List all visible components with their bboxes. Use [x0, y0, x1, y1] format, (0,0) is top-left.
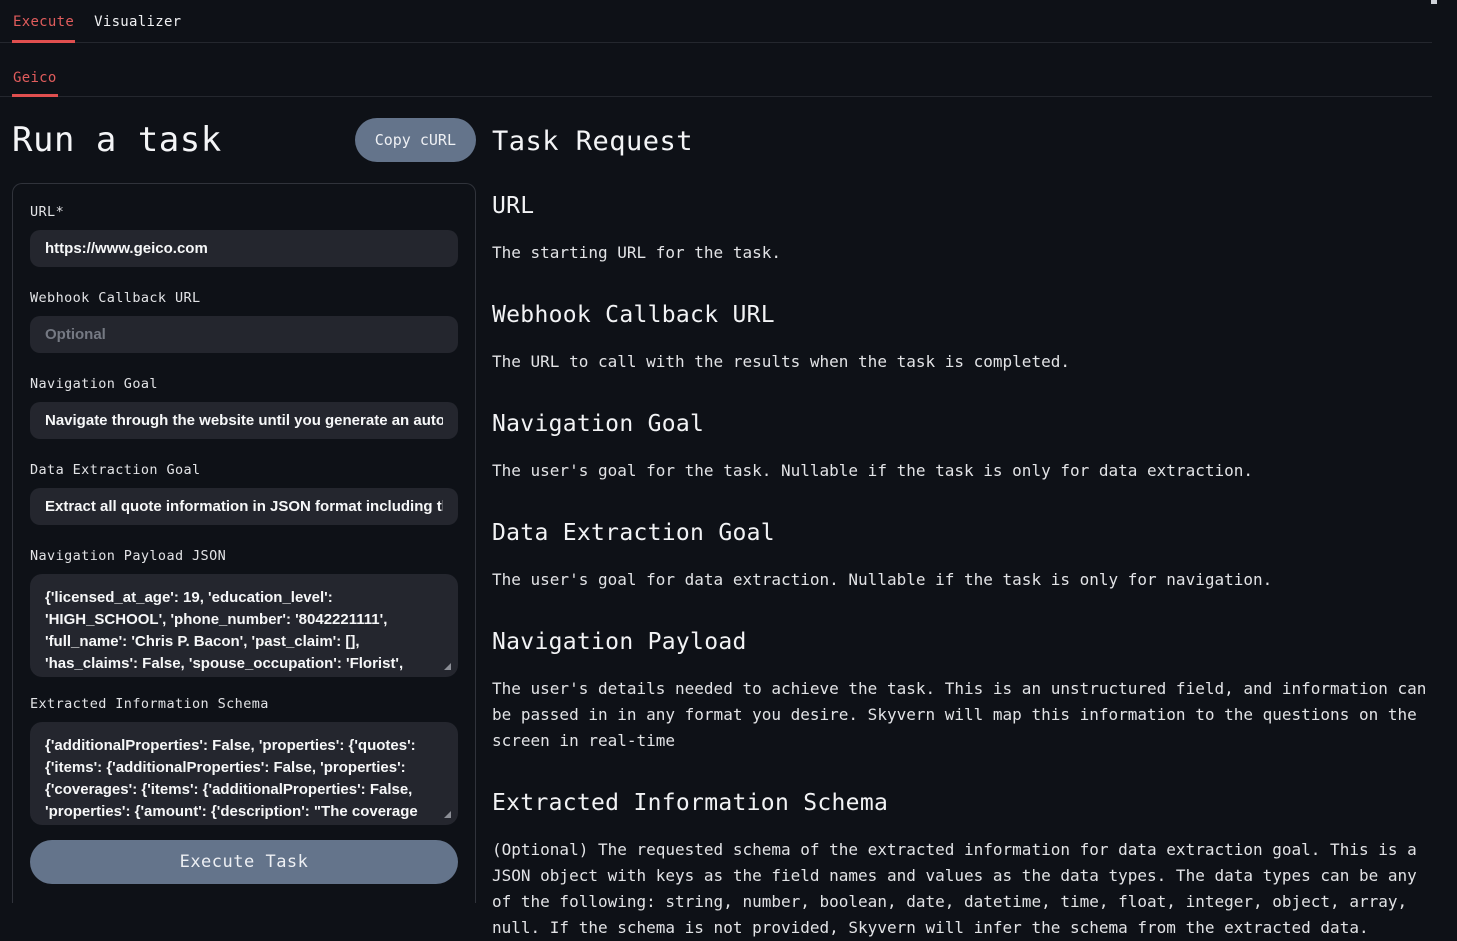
doc-body: The URL to call with the results when th…: [492, 349, 1437, 375]
tab-visualizer[interactable]: Visualizer: [93, 0, 182, 43]
doc-heading: URL: [492, 193, 1437, 219]
doc-body: The user's details needed to achieve the…: [492, 676, 1437, 754]
data-extraction-goal-input[interactable]: [30, 488, 458, 525]
schema-textarea[interactable]: {'additionalProperties': False, 'propert…: [30, 722, 458, 825]
task-form-panel: Run a task Copy cURL URL* Webhook Callba…: [12, 97, 476, 903]
schema-label: Extracted Information Schema: [30, 696, 458, 712]
tab-execute[interactable]: Execute: [12, 0, 75, 43]
doc-section-data-extraction-goal: Data Extraction Goal The user's goal for…: [492, 520, 1437, 593]
navigation-goal-input[interactable]: [30, 402, 458, 439]
doc-section-url: URL The starting URL for the task.: [492, 193, 1437, 266]
navigation-goal-field-group: Navigation Goal: [30, 376, 458, 439]
webhook-field-group: Webhook Callback URL: [30, 290, 458, 353]
webhook-input[interactable]: [30, 316, 458, 353]
secondary-tab-bar: Geico: [0, 43, 1432, 97]
navigation-payload-label: Navigation Payload JSON: [30, 548, 458, 564]
task-request-docs: Task Request URL The starting URL for th…: [492, 97, 1437, 941]
doc-body: The user's goal for the task. Nullable i…: [492, 458, 1437, 484]
resize-handle-icon[interactable]: [444, 663, 451, 670]
webhook-label: Webhook Callback URL: [30, 290, 458, 306]
doc-section-navigation-goal: Navigation Goal The user's goal for the …: [492, 411, 1437, 484]
doc-body: The starting URL for the task.: [492, 240, 1437, 266]
doc-heading: Navigation Payload: [492, 629, 1437, 655]
doc-body: (Optional) The requested schema of the e…: [492, 837, 1437, 941]
doc-heading: Webhook Callback URL: [492, 302, 1437, 328]
url-input[interactable]: [30, 230, 458, 267]
navigation-goal-label: Navigation Goal: [30, 376, 458, 392]
data-extraction-goal-field-group: Data Extraction Goal: [30, 462, 458, 525]
copy-curl-button[interactable]: Copy cURL: [355, 118, 476, 162]
doc-section-schema: Extracted Information Schema (Optional) …: [492, 790, 1437, 941]
navigation-payload-field-group: Navigation Payload JSON {'licensed_at_ag…: [30, 548, 458, 677]
data-extraction-goal-label: Data Extraction Goal: [30, 462, 458, 478]
page-title: Run a task: [12, 120, 222, 160]
schema-field-group: Extracted Information Schema {'additiona…: [30, 696, 458, 825]
doc-heading: Data Extraction Goal: [492, 520, 1437, 546]
doc-heading: Extracted Information Schema: [492, 790, 1437, 816]
url-label: URL*: [30, 204, 458, 220]
subtab-geico[interactable]: Geico: [12, 43, 58, 97]
primary-tab-bar: Execute Visualizer: [0, 0, 1432, 43]
doc-section-navigation-payload: Navigation Payload The user's details ne…: [492, 629, 1437, 754]
form-header: Run a task Copy cURL: [12, 116, 476, 164]
execute-task-button[interactable]: Execute Task: [30, 840, 458, 884]
resize-handle-icon[interactable]: [444, 811, 451, 818]
main-content: Run a task Copy cURL URL* Webhook Callba…: [0, 97, 1457, 941]
docs-title: Task Request: [492, 126, 1437, 157]
url-field-group: URL*: [30, 204, 458, 267]
doc-body: The user's goal for data extraction. Nul…: [492, 567, 1437, 593]
doc-heading: Navigation Goal: [492, 411, 1437, 437]
doc-section-webhook: Webhook Callback URL The URL to call wit…: [492, 302, 1437, 375]
run-task-card: URL* Webhook Callback URL Navigation Goa…: [12, 183, 476, 903]
navigation-payload-textarea[interactable]: {'licensed_at_age': 19, 'education_level…: [30, 574, 458, 677]
scrollbar-thumb[interactable]: [1431, 0, 1437, 4]
